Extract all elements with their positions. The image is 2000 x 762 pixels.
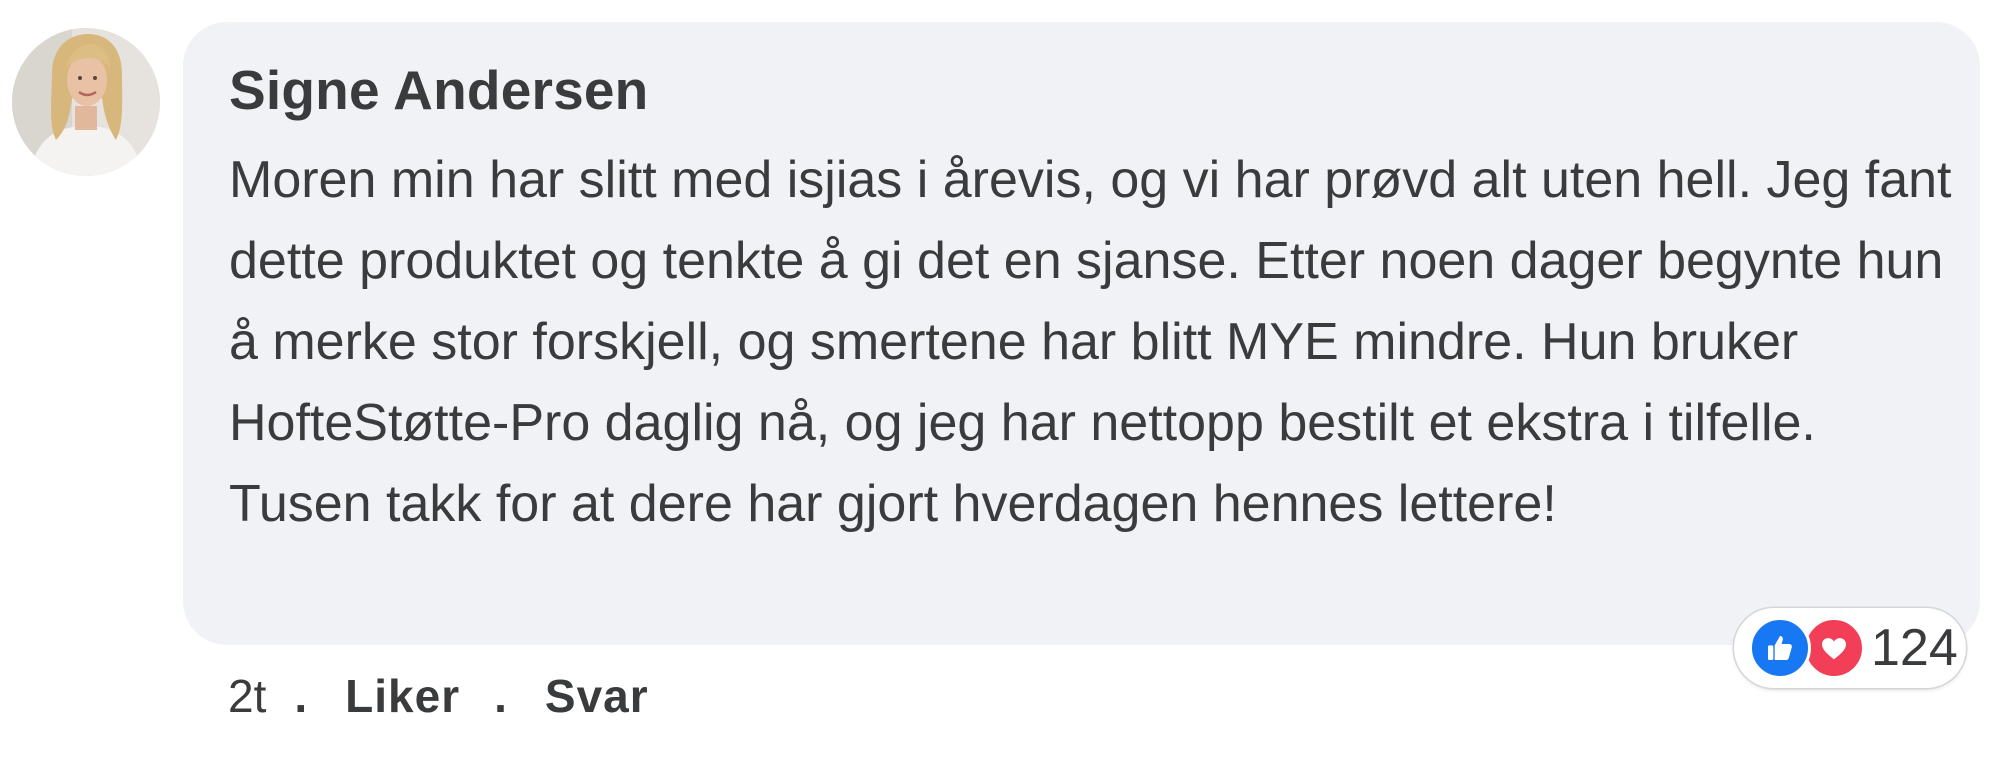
- love-icon: [1803, 617, 1865, 679]
- comment-text: Moren min har slitt med isjias i årevis,…: [229, 151, 1952, 533]
- author-avatar[interactable]: [12, 28, 160, 176]
- like-button[interactable]: Liker: [345, 669, 460, 723]
- reactions-summary[interactable]: 124: [1734, 608, 1966, 688]
- comment-author-name[interactable]: Signe Andersen: [229, 58, 648, 122]
- like-icon: [1749, 617, 1811, 679]
- avatar-image: [12, 28, 160, 176]
- comment-actions: 2t . Liker . Svar: [228, 666, 683, 726]
- separator-dot: .: [494, 670, 507, 722]
- separator-dot: .: [294, 670, 308, 722]
- reply-button[interactable]: Svar: [545, 669, 649, 723]
- comment-timestamp[interactable]: 2t: [228, 669, 266, 723]
- reaction-count: 124: [1871, 619, 1958, 677]
